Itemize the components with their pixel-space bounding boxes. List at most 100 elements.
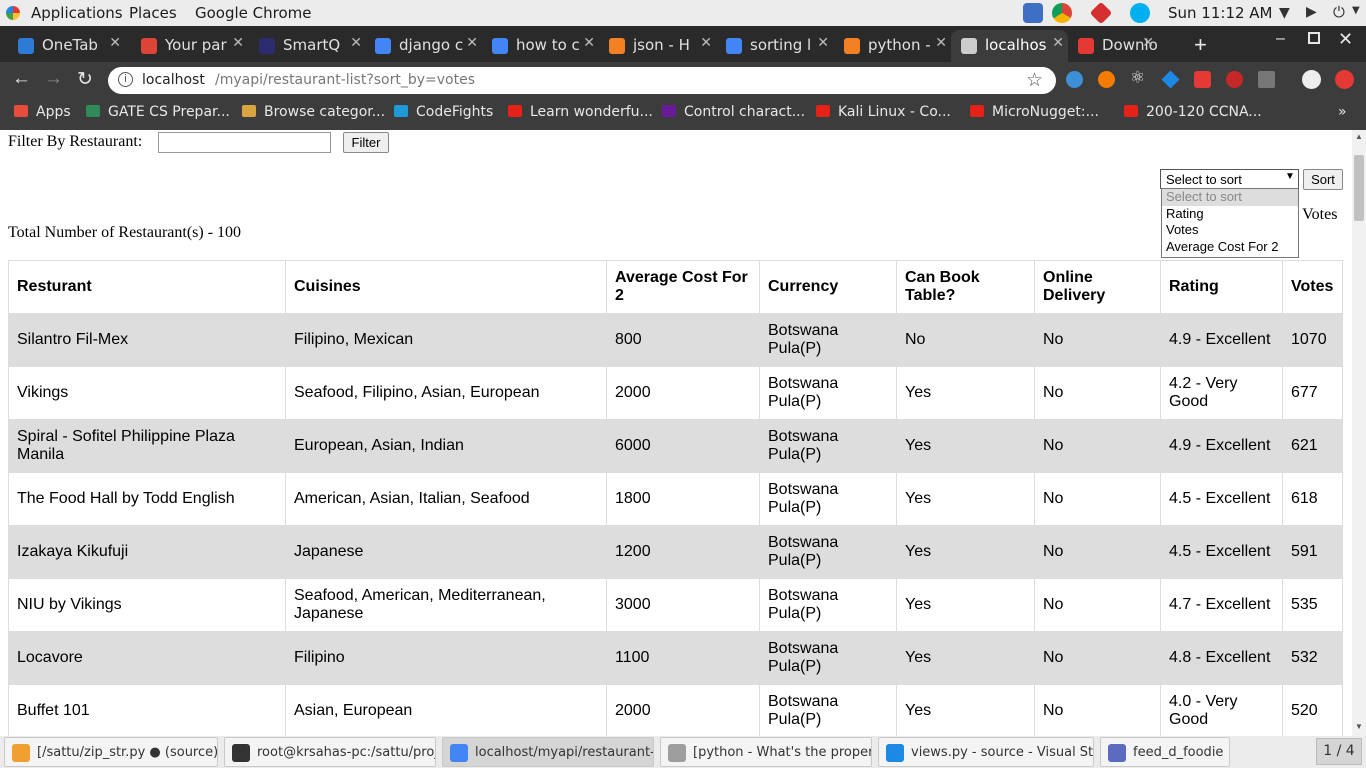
extension-icon[interactable] — [1161, 70, 1180, 89]
address-bar[interactable]: i localhost/myapi/restaurant-list?sort_b… — [108, 67, 1056, 94]
bookmark-label: GATE CS Prepar... — [108, 104, 230, 120]
adblock-icon[interactable] — [1226, 71, 1243, 88]
tab-4[interactable]: django c ✕ — [365, 30, 482, 62]
bookmarks-overflow-icon[interactable]: » — [1338, 104, 1347, 120]
extension-icon[interactable] — [1258, 71, 1275, 88]
table-cell: Seafood, American, Mediterranean, Japane… — [285, 578, 607, 632]
info-icon[interactable]: i — [118, 72, 133, 87]
close-tab-icon[interactable]: ✕ — [583, 35, 595, 51]
filter-button[interactable]: Filter — [343, 132, 389, 153]
skype-icon[interactable] — [1130, 3, 1150, 23]
tab-7[interactable]: sorting l ✕ — [716, 30, 833, 62]
filter-input[interactable] — [158, 132, 331, 153]
close-tab-icon[interactable]: ✕ — [700, 35, 712, 51]
scrollbar-thumb[interactable] — [1354, 155, 1364, 221]
bookmark-item[interactable]: Control charact... — [662, 104, 805, 120]
extension-icon[interactable] — [1066, 71, 1083, 88]
taskbar-window-button[interactable]: feed_d_foodie — [1100, 737, 1230, 767]
bookmark-item[interactable]: 200-120 CCNA... — [1124, 104, 1262, 120]
maximize-window-icon[interactable] — [1308, 32, 1320, 44]
table-cell: Yes — [896, 578, 1035, 632]
clock[interactable]: Sun 11:12 AM — [1168, 4, 1273, 22]
close-tab-icon[interactable]: ✕ — [935, 35, 947, 51]
table-cell: 4.5 - Excellent — [1160, 525, 1283, 579]
tab-2[interactable]: Your par ✕ — [131, 30, 248, 62]
close-tab-icon[interactable]: ✕ — [109, 35, 121, 51]
globe-icon — [961, 38, 977, 54]
sort-button[interactable]: Sort — [1303, 169, 1343, 190]
tab-8[interactable]: python - ✕ — [834, 30, 951, 62]
sort-option[interactable]: Votes — [1162, 222, 1298, 239]
close-tab-icon[interactable]: ✕ — [1052, 35, 1064, 51]
table-row: Locavore Filipino 1100 Botswana Pula(P) Yes N… — [8, 631, 1343, 685]
app-tray-icon[interactable] — [1089, 1, 1113, 25]
chevron-down-icon[interactable]: ▼ — [1352, 5, 1360, 16]
close-tab-icon[interactable]: ✕ — [350, 35, 362, 51]
table-cell: NIU by Vikings — [8, 578, 286, 632]
sort-select[interactable]: Select to sort ▼ — [1160, 169, 1299, 189]
table-cell: No — [1034, 366, 1161, 420]
new-tab-icon[interactable]: + — [1194, 32, 1207, 58]
tab-6[interactable]: json - H ✕ — [599, 30, 716, 62]
bookmark-item[interactable]: Learn wonderfu... — [508, 104, 653, 120]
tab-3[interactable]: SmartQ ✕ — [249, 30, 366, 62]
taskbar-window-button[interactable]: localhost/myapi/restaurant-li... — [442, 737, 654, 767]
table-cell: 1800 — [606, 472, 760, 526]
minimize-window-icon[interactable]: – — [1276, 30, 1285, 48]
sort-option[interactable]: Select to sort — [1162, 189, 1298, 206]
places-menu[interactable]: Places — [129, 4, 177, 22]
scroll-down-icon[interactable]: ▼ — [1355, 722, 1363, 731]
column-header: Cuisines — [285, 260, 607, 314]
tab-10[interactable]: Downlo ✕ — [1068, 30, 1158, 62]
power-icon[interactable]: ⏻ — [1333, 3, 1345, 21]
scroll-up-icon[interactable]: ▲ — [1355, 132, 1363, 141]
bookmark-item[interactable]: GATE CS Prepar... — [86, 104, 230, 120]
alert-menu-icon[interactable] — [1335, 70, 1354, 89]
tab-1[interactable]: OneTab ✕ — [8, 30, 125, 62]
volume-icon[interactable]: ▶ — [1306, 4, 1317, 20]
taskbar-window-button[interactable]: root@krsahas-pc:/sattu/proj... — [224, 737, 436, 767]
taskbar-window-button[interactable]: [/sattu/zip_str.py ● (source)... — [4, 737, 218, 767]
close-window-icon[interactable]: ✕ — [1338, 29, 1353, 50]
back-icon[interactable]: ← — [12, 68, 31, 90]
stackoverflow-icon — [609, 38, 625, 54]
sort-option[interactable]: Average Cost For 2 — [1162, 239, 1298, 256]
chrome-tray-icon[interactable] — [1052, 3, 1072, 23]
download-indicator-icon[interactable] — [1023, 3, 1043, 23]
close-tab-icon[interactable]: ✕ — [232, 35, 244, 51]
bookmark-item[interactable]: Apps — [14, 104, 71, 120]
workspace-indicator[interactable]: 1 / 4 — [1316, 738, 1362, 765]
bookmark-item[interactable]: MicroNugget:... — [970, 104, 1099, 120]
forward-icon[interactable]: → — [44, 68, 63, 90]
google-icon — [726, 38, 742, 54]
bookmark-item[interactable]: CodeFights — [394, 104, 493, 120]
extension-icon[interactable] — [1194, 71, 1211, 88]
profile-avatar[interactable] — [1302, 70, 1321, 89]
bookmark-label: Browse categor... — [264, 104, 386, 120]
taskbar-window-button[interactable]: [python - What's the proper... — [660, 737, 872, 767]
bookmark-item[interactable]: Browse categor... — [242, 104, 385, 120]
active-app-menu[interactable]: Google Chrome — [195, 4, 312, 22]
table-cell: Yes — [896, 366, 1035, 420]
close-tab-icon[interactable]: ✕ — [466, 35, 478, 51]
wifi-icon[interactable]: ▼ — [1279, 5, 1290, 21]
window-list-taskbar: [/sattu/zip_str.py ● (source)... root@krs… — [0, 736, 1366, 768]
table-cell: 2000 — [606, 366, 760, 420]
bookmark-star-icon[interactable]: ☆ — [1026, 69, 1043, 92]
close-tab-icon[interactable]: ✕ — [1142, 35, 1154, 51]
reload-icon[interactable]: ↻ — [77, 68, 93, 91]
bookmark-item[interactable]: Kali Linux - Co... — [816, 104, 951, 120]
table-cell: Botswana Pula(P) — [759, 313, 897, 367]
applications-menu[interactable]: Applications — [31, 4, 123, 22]
close-tab-icon[interactable]: ✕ — [817, 35, 829, 51]
tab-5[interactable]: how to c ✕ — [482, 30, 599, 62]
react-devtools-icon[interactable]: ⚛ — [1130, 68, 1145, 88]
tab-9[interactable]: localhos ✕ — [951, 30, 1068, 62]
tab-title: OneTab — [42, 36, 98, 54]
taskbar-window-button[interactable]: views.py - source - Visual St... — [878, 737, 1094, 767]
table-cell: Botswana Pula(P) — [759, 366, 897, 420]
sort-option[interactable]: Rating — [1162, 206, 1298, 223]
page-scrollbar[interactable]: ▲ ▼ — [1352, 130, 1366, 736]
extension-icon[interactable] — [1098, 71, 1115, 88]
window-app-icon — [450, 744, 468, 762]
